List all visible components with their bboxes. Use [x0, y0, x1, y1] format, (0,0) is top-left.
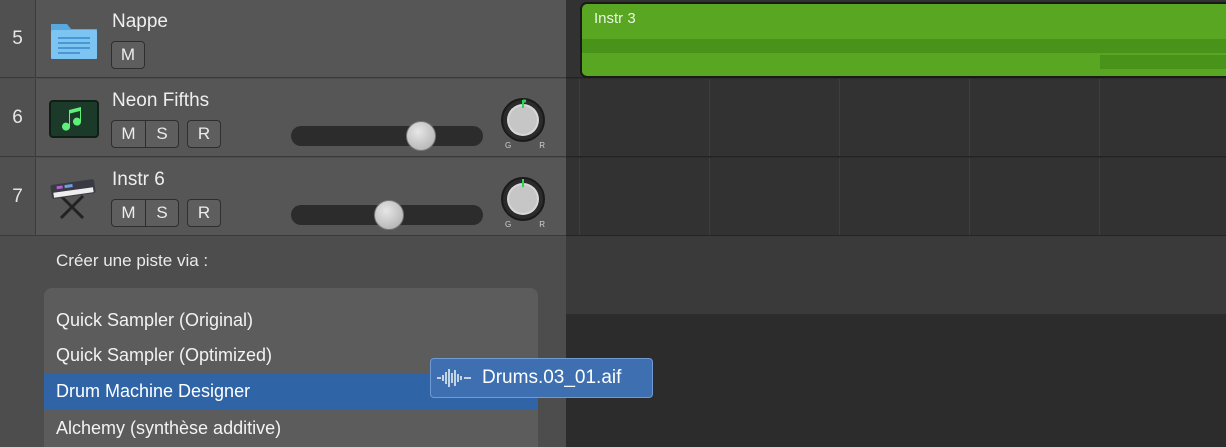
software-instrument-icon — [49, 97, 99, 141]
track-number: 5 — [0, 0, 36, 77]
track-lane-7[interactable] — [566, 158, 1226, 236]
mute-button[interactable]: M — [111, 199, 145, 227]
new-track-drop-lane[interactable] — [566, 236, 1226, 314]
pan-knob[interactable] — [499, 96, 547, 144]
knob-label-left: G — [505, 141, 512, 150]
solo-button[interactable]: S — [145, 199, 179, 227]
region-name: Instr 3 — [594, 10, 636, 27]
dragged-file-name: Drums.03_01.aif — [482, 367, 622, 388]
mute-button[interactable]: M — [111, 41, 145, 69]
region-instr-3[interactable]: Instr 3 — [580, 2, 1226, 78]
bar-gridline — [1099, 158, 1100, 235]
pan-knob[interactable] — [499, 175, 547, 223]
bar-gridline — [839, 158, 840, 235]
knob-label-right: R — [539, 141, 545, 150]
track-buttons: M — [111, 41, 145, 69]
bar-gridline — [579, 158, 580, 235]
track-number: 7 — [0, 158, 36, 235]
knob-labels: G R — [505, 141, 545, 150]
track-name[interactable]: Nappe — [112, 11, 168, 33]
knob-label-right: R — [539, 220, 545, 229]
track-header-7[interactable]: 7 Instr 6 M S R G R — [0, 158, 566, 236]
folder-icon — [49, 18, 99, 62]
knob-labels: G R — [505, 220, 545, 229]
bar-gridline — [969, 158, 970, 235]
record-enable-button[interactable]: R — [187, 199, 221, 227]
volume-slider[interactable] — [291, 200, 483, 230]
bar-gridline — [579, 79, 580, 156]
track-header-5[interactable]: 5 Nappe M — [0, 0, 566, 78]
volume-slider-thumb[interactable] — [373, 200, 404, 230]
solo-button[interactable]: S — [145, 120, 179, 148]
bar-gridline — [709, 158, 710, 235]
audio-waveform-icon — [435, 367, 473, 389]
track-lane-6[interactable] — [566, 79, 1226, 157]
bar-gridline — [709, 79, 710, 156]
record-enable-button[interactable]: R — [187, 120, 221, 148]
keyboard-synth-icon — [49, 176, 99, 220]
bar-gridline — [839, 79, 840, 156]
track-buttons: M S R — [111, 120, 221, 148]
region-content-strip — [1100, 55, 1226, 69]
menu-item-quick-sampler-original[interactable]: Quick Sampler (Original) — [44, 303, 538, 338]
menu-item-alchemy[interactable]: Alchemy (synthèse additive) — [44, 411, 538, 446]
region-content-strip — [582, 39, 1226, 53]
track-name[interactable]: Instr 6 — [112, 169, 165, 191]
create-track-title: Créer une piste via : — [56, 251, 209, 270]
track-header-6[interactable]: 6 Neon Fifths M S R G R — [0, 79, 566, 157]
volume-slider[interactable] — [291, 121, 483, 151]
track-name[interactable]: Neon Fifths — [112, 90, 209, 112]
volume-slider-thumb[interactable] — [406, 121, 437, 151]
dragged-file[interactable]: Drums.03_01.aif — [430, 358, 653, 398]
bar-gridline — [1099, 79, 1100, 156]
knob-label-left: G — [505, 220, 512, 229]
track-number: 6 — [0, 79, 36, 156]
track-buttons: M S R — [111, 199, 221, 227]
mute-button[interactable]: M — [111, 120, 145, 148]
bar-gridline — [969, 79, 970, 156]
